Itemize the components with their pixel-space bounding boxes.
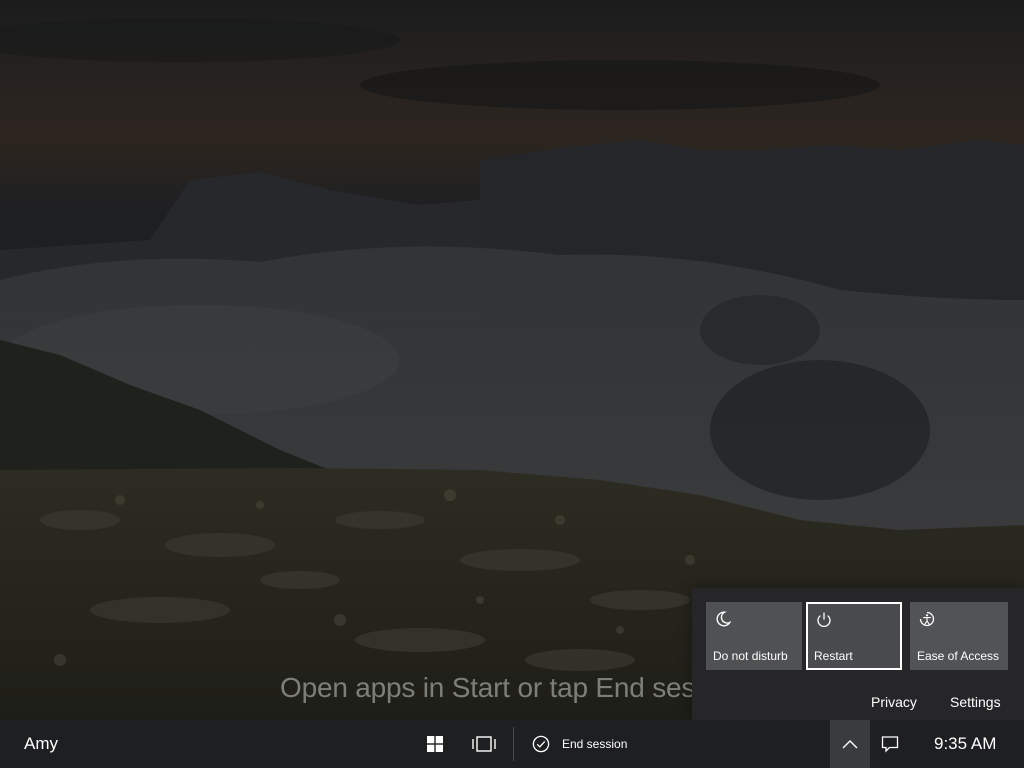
end-session-label: End session <box>562 737 628 751</box>
task-view-icon <box>472 736 496 752</box>
user-name: Amy <box>24 734 58 753</box>
clock[interactable]: 9:35 AM <box>934 734 996 754</box>
chevron-up-icon <box>842 740 858 749</box>
ease-of-access-tile[interactable]: Ease of Access <box>910 602 1008 670</box>
start-button[interactable] <box>418 720 452 768</box>
end-session-button[interactable]: End session <box>526 720 633 768</box>
restart-label: Restart <box>814 649 853 663</box>
notification-icon <box>881 736 899 753</box>
action-center-button[interactable] <box>872 720 908 768</box>
quick-actions-flyout: Do not disturb Restart Ease of Access Pr… <box>692 588 1024 720</box>
hint-text: Open apps in Start or tap End ses <box>280 672 692 703</box>
moon-icon <box>716 611 732 627</box>
do-not-disturb-tile[interactable]: Do not disturb <box>706 602 802 670</box>
check-circle-icon <box>532 735 550 753</box>
restart-tile[interactable]: Restart <box>806 602 902 670</box>
task-view-button[interactable] <box>468 720 500 768</box>
taskbar: Amy End session 9:35 AM <box>0 720 1024 768</box>
windows-start-icon <box>427 736 443 752</box>
privacy-link[interactable]: Privacy <box>871 694 917 710</box>
do-not-disturb-label: Do not disturb <box>713 649 788 663</box>
taskbar-separator <box>513 727 514 761</box>
ease-of-access-label: Ease of Access <box>917 649 1000 663</box>
show-hidden-icons-button[interactable] <box>830 720 870 768</box>
ease-of-access-icon <box>919 611 935 627</box>
settings-link[interactable]: Settings <box>950 694 1001 710</box>
power-icon <box>817 612 831 627</box>
